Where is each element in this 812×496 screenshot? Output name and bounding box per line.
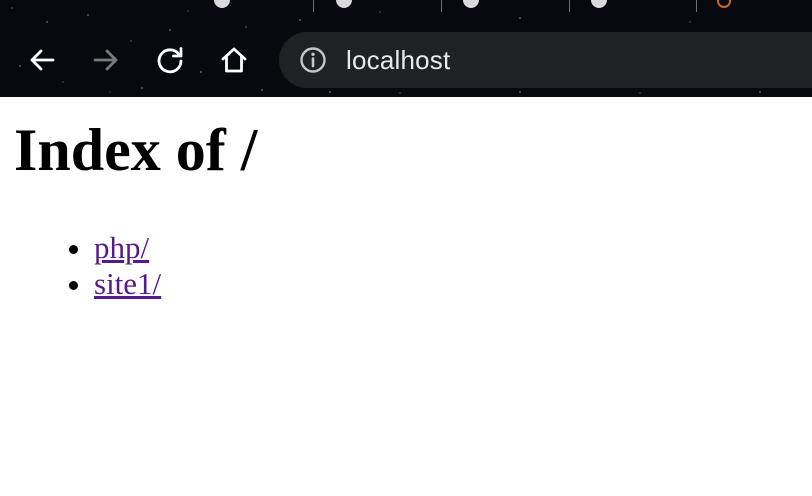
directory-link-site1[interactable]: site1/ [94,266,161,301]
list-item: site1/ [94,266,161,302]
forward-button[interactable] [89,43,123,77]
tab-favicon[interactable] [717,0,731,8]
tab-favicon[interactable] [591,0,607,8]
directory-link-php[interactable]: php/ [94,230,149,265]
tab-separator [569,0,570,12]
tab-favicon[interactable] [336,0,352,8]
tab-strip [0,0,812,12]
address-bar-url[interactable]: localhost [346,45,450,75]
tab-favicon[interactable] [463,0,479,8]
arrow-left-icon [30,49,55,71]
address-bar[interactable]: localhost [279,32,812,88]
home-icon [221,47,247,73]
tab-separator [313,0,314,12]
info-circle-icon[interactable] [299,46,327,74]
back-button[interactable] [25,43,59,77]
reload-button[interactable] [153,43,187,77]
arrow-right-icon [93,49,118,71]
page-content: Index of / php/ site1/ [0,97,812,496]
reload-icon [157,47,183,74]
page-title: Index of / [14,117,258,183]
tab-separator [696,0,697,12]
tab-separator [441,0,442,12]
list-item: php/ [94,230,161,266]
home-button[interactable] [217,43,251,77]
tab-favicon[interactable] [214,0,230,8]
directory-listing: php/ site1/ [52,230,161,302]
browser-toolbar: localhost [0,0,812,97]
